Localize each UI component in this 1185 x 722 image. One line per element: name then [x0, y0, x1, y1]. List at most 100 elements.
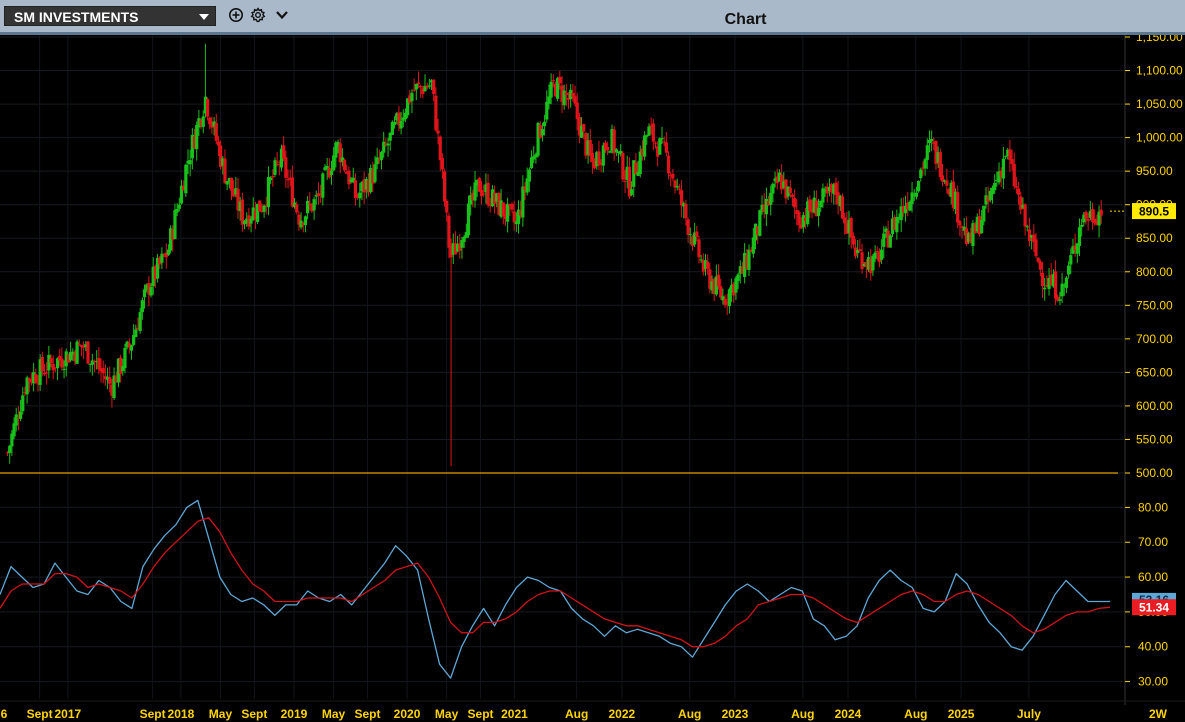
candle-body [434, 95, 438, 131]
candle-body [723, 298, 727, 306]
candle-body [412, 89, 416, 91]
candle-body [229, 177, 234, 191]
candle-body [629, 189, 634, 195]
candle-body [623, 181, 627, 183]
candle-body [142, 289, 147, 298]
candle-body [414, 84, 418, 90]
candle-body [1064, 277, 1069, 288]
candle-body [895, 216, 899, 233]
candle-body [982, 205, 986, 222]
candle-body [49, 358, 53, 364]
price-tick-label: 1,150.00 [1136, 35, 1183, 44]
candle-body [797, 212, 801, 225]
candle-body [442, 171, 447, 202]
candle-body [851, 235, 855, 245]
price-tick-label: 500.00 [1136, 466, 1173, 480]
candle-body [688, 234, 692, 236]
rsi-tick-label: 60.00 [1138, 570, 1168, 584]
candle-body [34, 374, 38, 383]
candle-body [216, 141, 221, 146]
price-tick-label: 800.00 [1136, 265, 1173, 279]
candle-body [571, 93, 575, 97]
candle-body [882, 233, 886, 247]
candle-body [373, 164, 377, 182]
candle-body [542, 121, 547, 127]
candle-body [793, 198, 797, 208]
candle-body [801, 215, 805, 228]
x-tick-label: Aug [791, 707, 814, 721]
price-tick-label: 650.00 [1136, 365, 1173, 379]
candle-body [1086, 219, 1090, 221]
rsi-tick-label: 40.00 [1138, 640, 1168, 654]
candle-body [549, 81, 553, 98]
candle-body [214, 123, 218, 141]
price-tick-label: 1,100.00 [1136, 64, 1183, 78]
candle-body [582, 124, 586, 132]
x-tick-label: 2017 [54, 707, 81, 721]
candle-body [440, 157, 445, 170]
candle-body [275, 161, 279, 163]
x-tick-label: Aug [565, 707, 588, 721]
candle-body [1014, 186, 1019, 188]
candle-body [123, 347, 127, 369]
candle-body [205, 99, 210, 117]
candle-body [18, 411, 23, 419]
price-chart[interactable]: 500.00 550.00 600.00 650.00 700.00 750.00 800.… [0, 35, 1185, 722]
candle-body [416, 82, 421, 85]
candle-body [1012, 163, 1016, 187]
candle-body [914, 192, 919, 197]
x-tick-label: May [209, 707, 233, 721]
candle-body [860, 252, 864, 270]
candle-body [916, 181, 921, 192]
candle-body [223, 158, 227, 184]
candle-body [716, 274, 721, 287]
x-tick-label: Sept [27, 707, 53, 721]
rsi-tick-label: 80.00 [1138, 500, 1168, 514]
candle-body [149, 287, 153, 296]
candle-body [706, 261, 710, 269]
candle-body [1067, 265, 1071, 275]
candle-body [573, 96, 577, 104]
candle-body [647, 126, 651, 136]
price-tick-label: 550.00 [1136, 432, 1173, 446]
candle-body [677, 188, 682, 190]
candle-body [849, 217, 853, 238]
candle-body [614, 149, 618, 153]
candle-body [758, 210, 762, 236]
candle-body [1084, 211, 1088, 219]
candle-body [816, 207, 821, 216]
candle-body [930, 138, 934, 142]
price-tick-label: 1,050.00 [1136, 97, 1183, 111]
x-tick-label: 2023 [722, 707, 749, 721]
candle-body [590, 152, 595, 163]
candle-body [771, 183, 775, 194]
candle-body [8, 445, 12, 454]
x-tick-label: Aug [678, 707, 701, 721]
candle-body [675, 186, 679, 188]
candle-body [956, 192, 960, 223]
signal-value-label: 51.34 [1139, 601, 1169, 615]
candle-body [564, 92, 568, 96]
x-tick-label: Sept [241, 707, 267, 721]
chart-grid [0, 35, 1125, 699]
x-tick-label: Sept [354, 707, 380, 721]
candle-body [736, 274, 740, 281]
candle-body [1077, 227, 1082, 246]
rsi-line [0, 499, 1110, 679]
x-tick-label: 2022 [609, 707, 636, 721]
x-tick-label: 2018 [168, 707, 195, 721]
candle-body [305, 200, 310, 214]
candle-body [788, 187, 792, 194]
candle-body [769, 192, 773, 205]
candle-body [303, 216, 308, 226]
candle-body [386, 143, 390, 146]
price-tick-label: 950.00 [1136, 164, 1173, 178]
last-price-label: 890.5 [1139, 205, 1169, 219]
candle-body [382, 141, 386, 153]
price-tick-label: 700.00 [1136, 332, 1173, 346]
candle-body [575, 102, 579, 120]
candle-body [62, 368, 66, 370]
x-tick-label: 2021 [501, 707, 528, 721]
rsi-tick-label: 70.00 [1138, 535, 1168, 549]
candle-body [512, 211, 516, 223]
